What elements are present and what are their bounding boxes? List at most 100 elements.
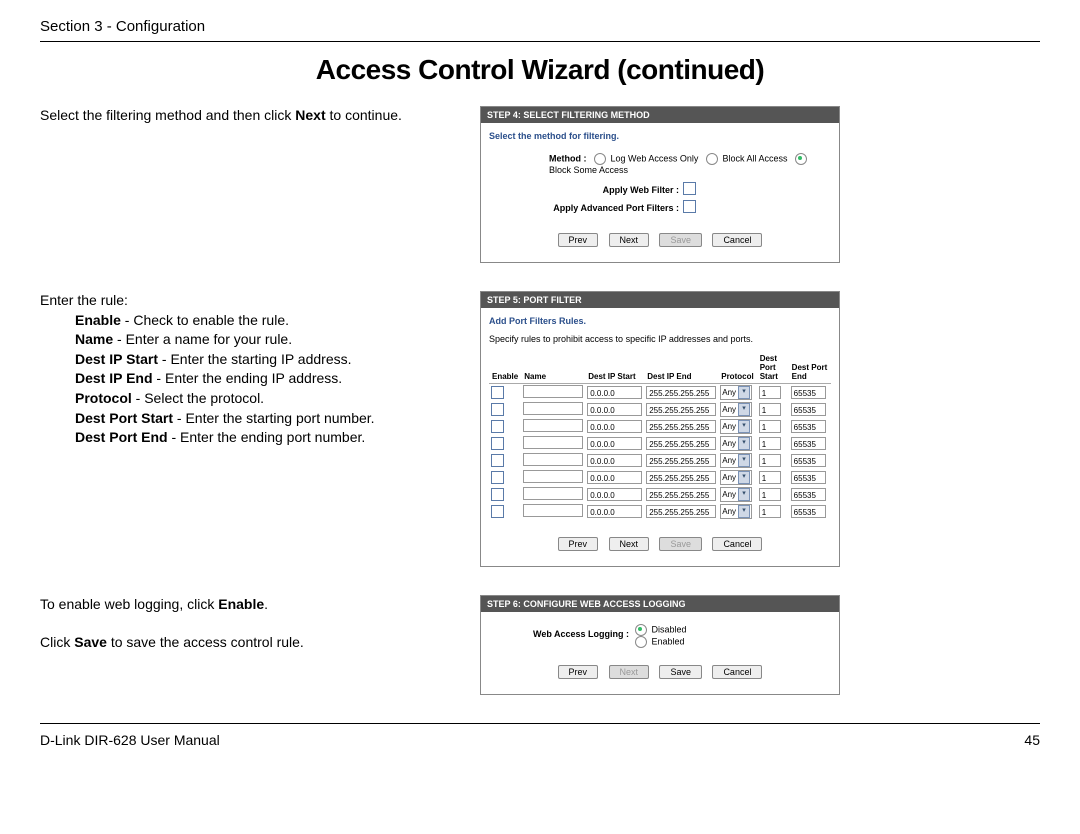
method-label: Method : (549, 153, 587, 163)
rule-destip-start-input[interactable]: 0.0.0.0 (587, 454, 642, 467)
rule-destip-start-input[interactable]: 0.0.0.0 (587, 471, 642, 484)
col-dipstart: Dest IP Start (585, 352, 644, 384)
rule-destip-start-input[interactable]: 0.0.0.0 (587, 386, 642, 399)
section-header: Section 3 - Configuration (40, 0, 1040, 35)
chevron-down-icon: ▾ (738, 420, 750, 433)
rule-protocol-select[interactable]: Any▾ (720, 453, 752, 468)
rule-destport-end-input[interactable]: 65535 (791, 386, 826, 399)
port-filter-text: Enter the rule: Enable - Check to enable… (40, 291, 470, 448)
apply-adv-port-filters-checkbox[interactable] (683, 200, 696, 213)
rule-enable-checkbox[interactable] (491, 420, 504, 433)
rule-protocol-select[interactable]: Any▾ (720, 470, 752, 485)
col-dipend: Dest IP End (644, 352, 718, 384)
step4-save-button[interactable]: Save (659, 233, 702, 247)
rule-destport-start-input[interactable]: 1 (759, 420, 781, 433)
rule-name-input[interactable] (523, 487, 583, 500)
step6-next-button[interactable]: Next (609, 665, 650, 679)
table-row: 0.0.0.0 255.255.255.255 Any▾ 1 65535 (489, 418, 831, 435)
rule-destip-end-input[interactable]: 255.255.255.255 (646, 471, 716, 484)
rule-destip-end-input[interactable]: 255.255.255.255 (646, 437, 716, 450)
step5-next-button[interactable]: Next (609, 537, 650, 551)
step5-cancel-button[interactable]: Cancel (712, 537, 762, 551)
step4-header: STEP 4: SELECT FILTERING METHOD (481, 107, 839, 123)
section-port-filter: Enter the rule: Enable - Check to enable… (40, 291, 1040, 567)
rule-destport-end-input[interactable]: 65535 (791, 403, 826, 416)
rule-name-input[interactable] (523, 419, 583, 432)
rule-enable-checkbox[interactable] (491, 454, 504, 467)
rule-name-input[interactable] (523, 385, 583, 398)
rule-destip-start-input[interactable]: 0.0.0.0 (587, 437, 642, 450)
step4-cancel-button[interactable]: Cancel (712, 233, 762, 247)
chevron-down-icon: ▾ (738, 437, 750, 450)
step6-save-button[interactable]: Save (659, 665, 702, 679)
rule-destip-end-input[interactable]: 255.255.255.255 (646, 386, 716, 399)
rule-enable-checkbox[interactable] (491, 505, 504, 518)
rule-destport-end-input[interactable]: 65535 (791, 471, 826, 484)
rule-destip-end-input[interactable]: 255.255.255.255 (646, 403, 716, 416)
radio-log-web-access-only[interactable] (594, 153, 606, 165)
rule-enable-checkbox[interactable] (491, 403, 504, 416)
step5-prev-button[interactable]: Prev (558, 537, 599, 551)
rule-destip-start-input[interactable]: 0.0.0.0 (587, 505, 642, 518)
rule-destip-start-input[interactable]: 0.0.0.0 (587, 420, 642, 433)
rule-enable-checkbox[interactable] (491, 437, 504, 450)
table-row: 0.0.0.0 255.255.255.255 Any▾ 1 65535 (489, 401, 831, 418)
rule-destport-start-input[interactable]: 1 (759, 488, 781, 501)
rule-destport-start-input[interactable]: 1 (759, 437, 781, 450)
rule-destip-end-input[interactable]: 255.255.255.255 (646, 505, 716, 518)
rule-destport-end-input[interactable]: 65535 (791, 437, 826, 450)
rule-destip-start-input[interactable]: 0.0.0.0 (587, 488, 642, 501)
rule-destport-start-input[interactable]: 1 (759, 386, 781, 399)
rule-destport-end-input[interactable]: 65535 (791, 454, 826, 467)
rule-protocol-select[interactable]: Any▾ (720, 419, 752, 434)
step6-prev-button[interactable]: Prev (558, 665, 599, 679)
rule-protocol-select[interactable]: Any▾ (720, 436, 752, 451)
radio-block-all-access[interactable] (706, 153, 718, 165)
rule-protocol-select[interactable]: Any▾ (720, 487, 752, 502)
rule-protocol-select[interactable]: Any▾ (720, 385, 752, 400)
radio-logging-enabled[interactable] (635, 636, 647, 648)
rule-name-input[interactable] (523, 436, 583, 449)
step5-header: STEP 5: PORT FILTER (481, 292, 839, 308)
col-dpend: Dest Port End (789, 352, 831, 384)
chevron-down-icon: ▾ (738, 403, 750, 416)
rule-protocol-select[interactable]: Any▾ (720, 504, 752, 519)
rule-destip-end-input[interactable]: 255.255.255.255 (646, 488, 716, 501)
rule-name-input[interactable] (523, 453, 583, 466)
step5-save-button[interactable]: Save (659, 537, 702, 551)
rule-destport-end-input[interactable]: 65535 (791, 420, 826, 433)
rule-name-input[interactable] (523, 402, 583, 415)
step6-header: STEP 6: CONFIGURE WEB ACCESS LOGGING (481, 596, 839, 612)
step5-prompt: Add Port Filters Rules. (489, 316, 831, 326)
rule-destport-start-input[interactable]: 1 (759, 505, 781, 518)
rule-destip-end-input[interactable]: 255.255.255.255 (646, 420, 716, 433)
chevron-down-icon: ▾ (738, 488, 750, 501)
web-logging-text: To enable web logging, click Enable. Cli… (40, 595, 470, 652)
step4-prev-button[interactable]: Prev (558, 233, 599, 247)
rule-name-input[interactable] (523, 504, 583, 517)
rule-enable-checkbox[interactable] (491, 488, 504, 501)
rule-protocol-select[interactable]: Any▾ (720, 402, 752, 417)
radio-block-some-access[interactable] (795, 153, 807, 165)
col-protocol: Protocol (718, 352, 756, 384)
section-text: Section 3 - Configuration (40, 18, 205, 35)
step6-cancel-button[interactable]: Cancel (712, 665, 762, 679)
footer: D-Link DIR-628 User Manual 45 (40, 728, 1040, 768)
col-dpstart: Dest Port Start (757, 352, 789, 384)
port-filter-table: Enable Name Dest IP Start Dest IP End Pr… (489, 352, 831, 520)
web-access-logging-label: Web Access Logging : (533, 629, 629, 639)
rule-destport-end-input[interactable]: 65535 (791, 505, 826, 518)
wizard-step5-box: STEP 5: PORT FILTER Add Port Filters Rul… (480, 291, 840, 567)
rule-enable-checkbox[interactable] (491, 386, 504, 399)
rule-destport-start-input[interactable]: 1 (759, 471, 781, 484)
rule-destport-start-input[interactable]: 1 (759, 454, 781, 467)
rule-destport-start-input[interactable]: 1 (759, 403, 781, 416)
rule-destip-start-input[interactable]: 0.0.0.0 (587, 403, 642, 416)
rule-destport-end-input[interactable]: 65535 (791, 488, 826, 501)
apply-web-filter-checkbox[interactable] (683, 182, 696, 195)
radio-logging-disabled[interactable] (635, 624, 647, 636)
rule-name-input[interactable] (523, 470, 583, 483)
rule-enable-checkbox[interactable] (491, 471, 504, 484)
rule-destip-end-input[interactable]: 255.255.255.255 (646, 454, 716, 467)
step4-next-button[interactable]: Next (609, 233, 650, 247)
